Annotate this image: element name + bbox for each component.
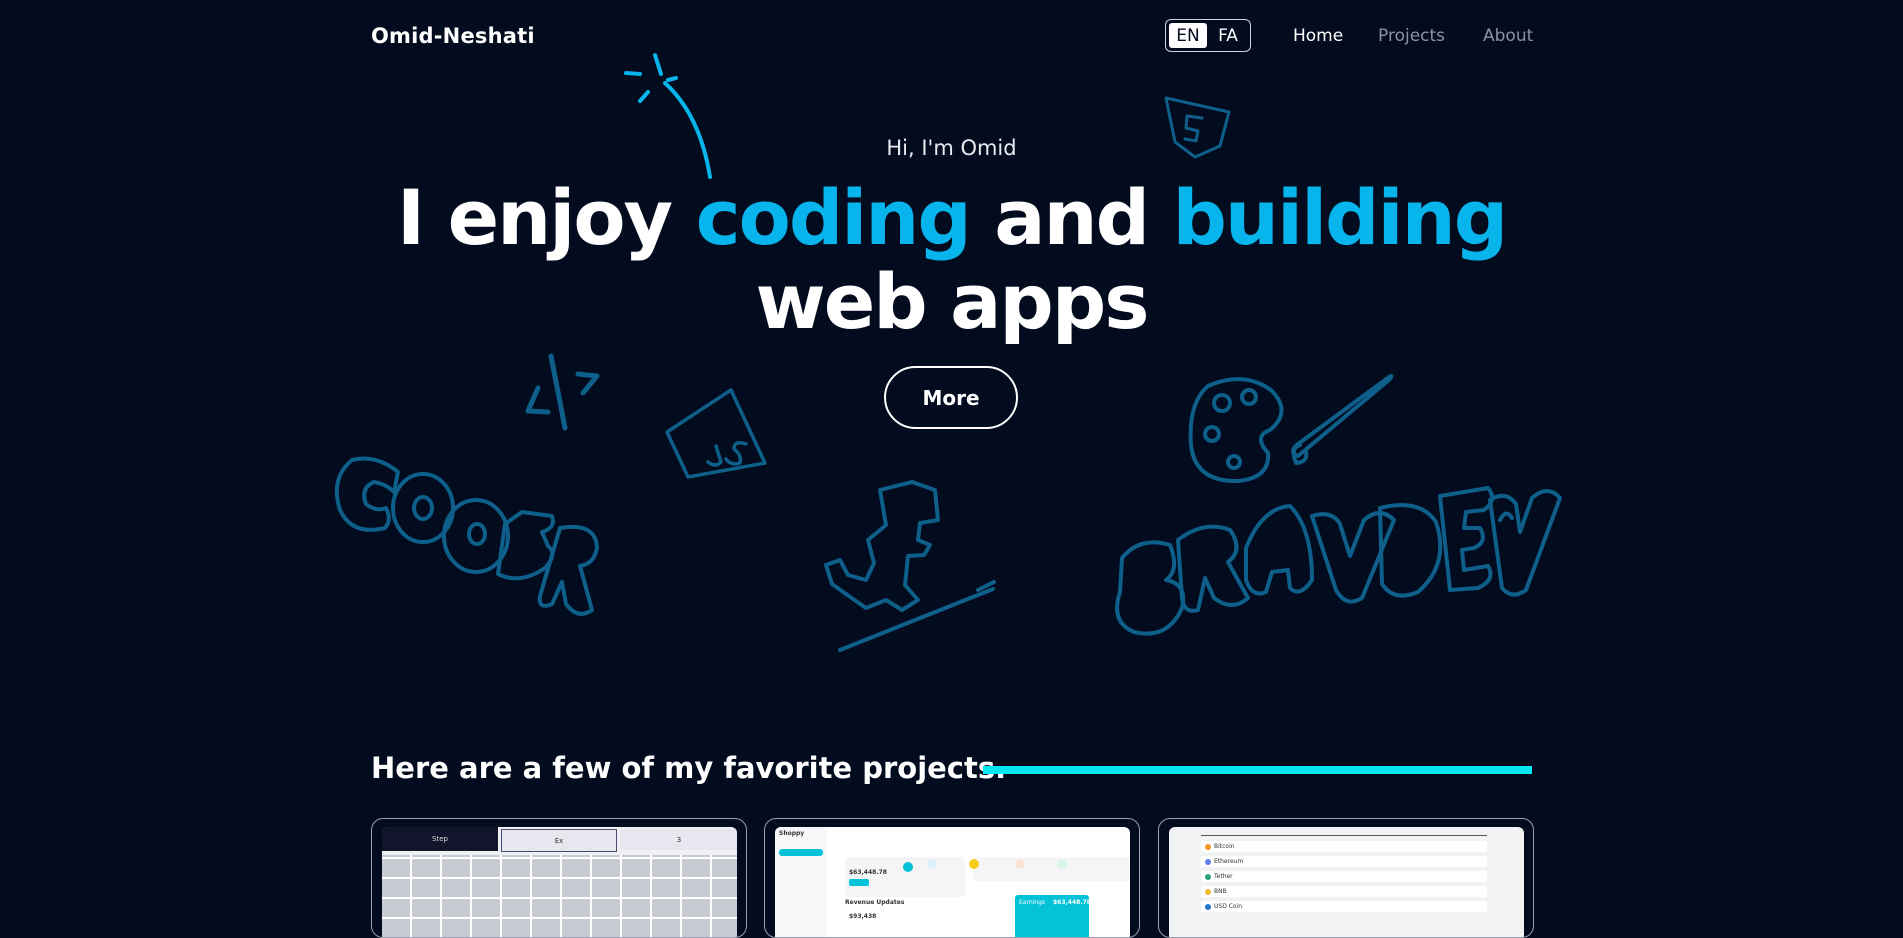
dashboard-sidebar bbox=[775, 827, 827, 937]
refunds-icon bbox=[1057, 859, 1067, 869]
stats-row bbox=[973, 857, 1130, 881]
language-switcher[interactable]: EN FA bbox=[1165, 19, 1251, 52]
download-button bbox=[849, 879, 869, 886]
headline-word: and bbox=[994, 173, 1150, 262]
earnings-value: $63,448.78 bbox=[1053, 899, 1091, 906]
headline-accent-word: coding bbox=[695, 173, 972, 262]
nav-home-link[interactable]: Home bbox=[1293, 26, 1343, 46]
javascript-icon bbox=[665, 388, 767, 479]
nav-about-link[interactable]: About bbox=[1483, 26, 1533, 46]
earnings-label: Earnings bbox=[1019, 899, 1046, 906]
crypto-row: Tether bbox=[1201, 871, 1487, 882]
dollar-icon bbox=[903, 862, 913, 872]
stepper-tab: 3 bbox=[620, 829, 737, 850]
bitcoin-icon bbox=[1205, 843, 1211, 850]
sales-icon bbox=[1015, 859, 1025, 869]
sidebar-active-item bbox=[779, 849, 823, 856]
tether-icon bbox=[1205, 873, 1211, 880]
dino-icon bbox=[824, 480, 996, 652]
nav-projects-link[interactable]: Projects bbox=[1378, 26, 1445, 46]
balance-value: $63,448.78 bbox=[849, 869, 887, 876]
section-title-underline bbox=[983, 766, 1532, 774]
headline-accent-word: building bbox=[1172, 173, 1509, 262]
project-screenshot: Bitcoin Ethereum Tether BNB USD Coin bbox=[1169, 827, 1524, 937]
site-logo[interactable]: Omid-Neshati bbox=[371, 24, 535, 48]
revenue-updates-title: Revenue Updates bbox=[845, 899, 905, 906]
lang-en-option[interactable]: EN bbox=[1169, 23, 1207, 48]
dashboard-brand: Shoppy bbox=[779, 830, 805, 837]
table-header-rule bbox=[1201, 835, 1487, 836]
hero-headline: I enjoy coding and building web apps bbox=[0, 176, 1903, 344]
project-card[interactable]: Shoppy $63,448.78 Revenue Updates $93,43… bbox=[764, 818, 1140, 938]
crypto-row: Bitcoin bbox=[1201, 841, 1487, 852]
customers-icon bbox=[927, 859, 937, 869]
code-brackets-icon bbox=[525, 353, 600, 431]
bnb-icon bbox=[1205, 888, 1211, 895]
crypto-row: BNB bbox=[1201, 886, 1487, 897]
more-button[interactable]: More bbox=[884, 366, 1018, 429]
stepper-tab: Ex bbox=[501, 829, 617, 852]
ethereum-icon bbox=[1205, 858, 1211, 865]
lang-fa-option[interactable]: FA bbox=[1211, 23, 1245, 48]
project-card[interactable]: Bitcoin Ethereum Tether BNB USD Coin bbox=[1158, 818, 1534, 938]
sudoku-grid bbox=[382, 855, 737, 937]
project-screenshot: Shoppy $63,448.78 Revenue Updates $93,43… bbox=[775, 827, 1130, 937]
headline-word: I enjoy bbox=[396, 173, 673, 262]
project-card[interactable]: Step Ex 3 bbox=[371, 818, 747, 938]
budget-value: $93,438 bbox=[849, 913, 877, 920]
project-screenshot: Step Ex 3 bbox=[382, 827, 737, 937]
headline-word: web apps bbox=[755, 257, 1150, 346]
products-icon bbox=[969, 859, 979, 869]
projects-section-title: Here are a few of my favorite projects. bbox=[371, 751, 1007, 785]
hero-greeting: Hi, I'm Omid bbox=[886, 136, 1017, 160]
stepper-tab: Step bbox=[382, 827, 498, 851]
usdc-icon bbox=[1205, 903, 1211, 910]
crypto-row: USD Coin bbox=[1201, 901, 1487, 912]
palette-icon bbox=[1188, 374, 1394, 484]
crypto-row: Ethereum bbox=[1201, 856, 1487, 867]
bravdev-graffiti bbox=[1115, 486, 1562, 636]
coder-graffiti bbox=[335, 456, 599, 616]
